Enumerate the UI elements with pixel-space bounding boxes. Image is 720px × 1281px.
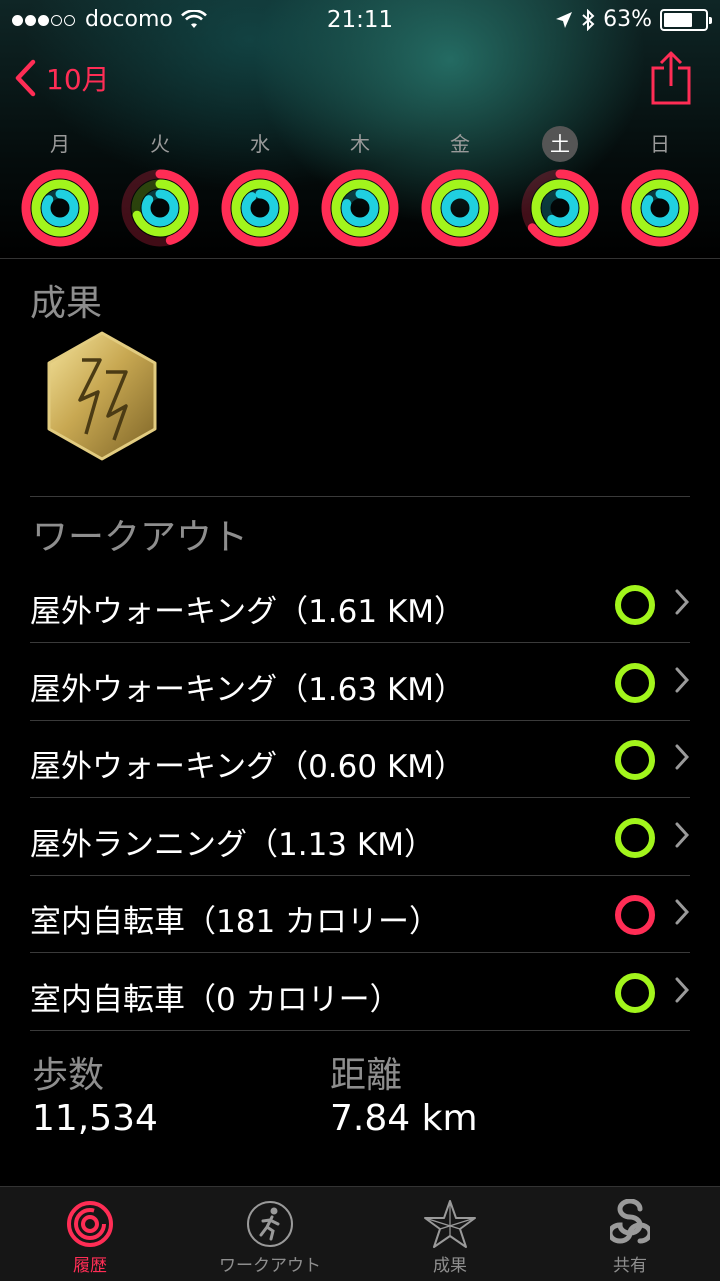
distance-value: 7.84 km bbox=[330, 1098, 478, 1139]
section-divider bbox=[30, 496, 690, 497]
day-column[interactable]: 水 bbox=[210, 126, 310, 248]
week-strip: 月火水木金土日 bbox=[0, 126, 720, 256]
activity-rings-icon bbox=[67, 1201, 113, 1247]
tab-history-label: 履歴 bbox=[73, 1256, 107, 1276]
chevron-right-icon bbox=[675, 899, 690, 925]
steps-value: 11,534 bbox=[32, 1098, 158, 1139]
tab-sharing-label: 共有 bbox=[613, 1256, 647, 1276]
chevron-right-icon bbox=[675, 822, 690, 847]
distance-label: 距離 bbox=[330, 1055, 403, 1096]
tab-workouts-label: ワークアウト bbox=[219, 1256, 321, 1276]
location-arrow-icon bbox=[556, 11, 573, 28]
day-column[interactable]: 土 bbox=[510, 126, 610, 248]
day-label: 木 bbox=[350, 132, 370, 156]
workout-ring-icon bbox=[615, 740, 655, 780]
activity-rings-icon bbox=[221, 169, 299, 247]
day-column[interactable]: 火 bbox=[110, 126, 210, 248]
day-label: 火 bbox=[150, 132, 170, 156]
workout-row[interactable]: 屋外ウォーキング（1.63 KM） bbox=[30, 644, 690, 721]
chevron-right-icon bbox=[675, 589, 690, 615]
workout-ring-icon bbox=[615, 972, 655, 1013]
workout-row[interactable]: 室内自転車（0 カロリー） bbox=[30, 954, 690, 1031]
day-label: 月 bbox=[50, 132, 70, 156]
tab-bar: 履歴 ワークアウト 成果 共有 bbox=[0, 1186, 720, 1281]
share-icon[interactable] bbox=[650, 50, 692, 106]
sharing-icon bbox=[610, 1199, 650, 1244]
day-label: 金 bbox=[450, 132, 470, 156]
day-label: 土 bbox=[542, 126, 578, 162]
tab-history[interactable]: 履歴 bbox=[0, 1187, 180, 1281]
day-label: 水 bbox=[250, 132, 270, 156]
workout-ring-icon bbox=[615, 585, 655, 625]
day-column[interactable]: 木 bbox=[310, 126, 410, 248]
workout-name: 屋外ウォーキング（0.60 KM） bbox=[30, 749, 466, 785]
chevron-right-icon bbox=[675, 977, 690, 1002]
back-button-label: 10月 bbox=[46, 63, 110, 96]
chevron-right-icon bbox=[675, 667, 690, 692]
activity-rings-icon bbox=[121, 169, 199, 247]
workout-name: 屋外ランニング（1.13 KM） bbox=[30, 826, 435, 863]
battery-icon bbox=[660, 8, 712, 31]
activity-rings-icon bbox=[521, 169, 599, 247]
bluetooth-icon bbox=[582, 8, 595, 31]
workout-name: 室内自転車（0 カロリー） bbox=[30, 981, 401, 1018]
tab-achievements[interactable]: 成果 bbox=[360, 1187, 540, 1281]
workout-row[interactable]: 室内自転車（181 カロリー） bbox=[30, 876, 690, 953]
back-button[interactable]: 10月 bbox=[14, 58, 110, 98]
workout-ring-icon bbox=[615, 662, 655, 703]
workout-row[interactable]: 屋外ランニング（1.13 KM） bbox=[30, 799, 690, 876]
status-bar: docomo 21:11 63% bbox=[0, 0, 720, 40]
header-area: docomo 21:11 63% 10月 月 火 水 木 金 土 日 bbox=[0, 0, 720, 259]
battery-percent: 63% bbox=[603, 7, 652, 32]
workout-row[interactable]: 屋外ウォーキング（1.61 KM） bbox=[30, 566, 690, 643]
running-figure-icon bbox=[247, 1201, 293, 1247]
workout-ring-icon bbox=[615, 895, 655, 935]
workout-name: 室内自転車（181 カロリー） bbox=[30, 904, 441, 940]
star-icon bbox=[424, 1200, 476, 1248]
day-column[interactable]: 日 bbox=[610, 126, 710, 248]
tab-achievements-label: 成果 bbox=[433, 1256, 467, 1276]
day-column[interactable]: 金 bbox=[410, 126, 510, 248]
chevron-right-icon bbox=[675, 744, 690, 770]
tab-workouts[interactable]: ワークアウト bbox=[180, 1187, 360, 1281]
workouts-title: ワークアウト bbox=[32, 517, 249, 558]
workout-row[interactable]: 屋外ウォーキング（0.60 KM） bbox=[30, 721, 690, 798]
activity-rings-icon bbox=[321, 169, 399, 247]
achievement-medal-icon[interactable] bbox=[42, 330, 162, 462]
row-divider bbox=[30, 1029, 690, 1031]
workout-name: 屋外ウォーキング（1.63 KM） bbox=[30, 671, 466, 708]
activity-rings-icon bbox=[421, 169, 499, 247]
day-column[interactable]: 月 bbox=[10, 126, 110, 248]
chevron-left-icon bbox=[15, 59, 36, 97]
activity-rings-icon bbox=[21, 169, 99, 247]
day-label: 日 bbox=[650, 132, 670, 156]
achievements-title: 成果 bbox=[30, 283, 103, 324]
steps-label: 歩数 bbox=[32, 1055, 105, 1096]
activity-rings-icon bbox=[621, 169, 699, 247]
workout-ring-icon bbox=[615, 817, 655, 858]
workout-name: 屋外ウォーキング（1.61 KM） bbox=[30, 594, 466, 630]
tab-sharing[interactable]: 共有 bbox=[540, 1187, 720, 1281]
